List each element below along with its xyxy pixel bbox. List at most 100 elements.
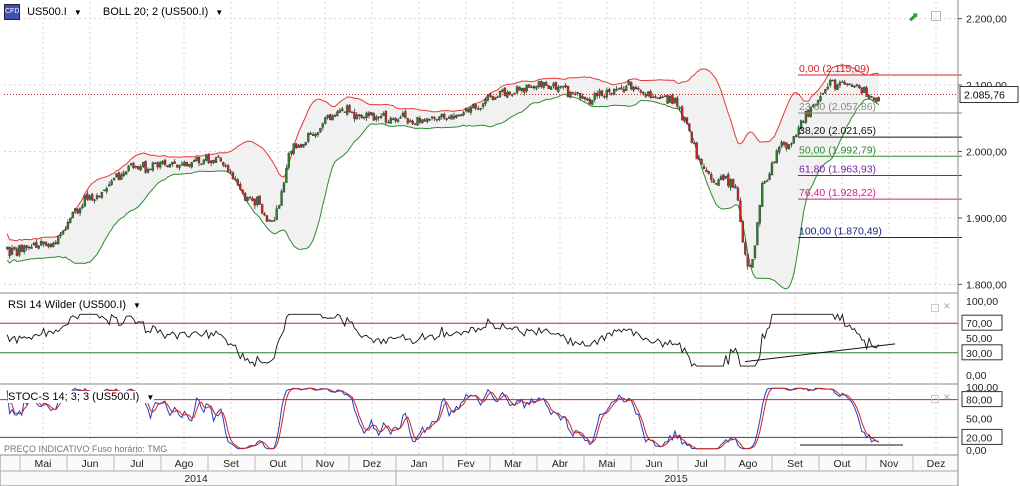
candlestick[interactable] — [739, 197, 742, 223]
candlestick[interactable] — [69, 217, 72, 224]
candlestick[interactable] — [328, 114, 332, 121]
candle-body — [15, 248, 19, 256]
symbol-label[interactable]: US500.I — [27, 6, 67, 18]
candlestick[interactable] — [775, 148, 778, 164]
candlestick[interactable] — [528, 84, 531, 88]
candlestick[interactable] — [460, 114, 463, 117]
candlestick[interactable] — [166, 165, 169, 168]
candlestick[interactable] — [753, 245, 757, 260]
candlestick[interactable] — [20, 244, 23, 253]
candlestick[interactable] — [863, 86, 866, 93]
candlestick[interactable] — [345, 104, 349, 116]
candlestick[interactable] — [680, 105, 684, 121]
candlestick[interactable] — [824, 89, 827, 94]
candlestick[interactable] — [307, 132, 310, 144]
chart-canvas[interactable]: 0,00 (2.115,09) 23,60 (2.057,86) 38,20 (2.… — [0, 0, 1020, 486]
candlestick[interactable] — [877, 96, 880, 102]
candlestick[interactable] — [83, 194, 87, 208]
candlestick[interactable] — [292, 143, 295, 156]
stoch-dropdown-icon[interactable]: ▼ — [146, 393, 154, 402]
symbol-dropdown-icon[interactable]: ▼ — [74, 8, 82, 17]
candlestick[interactable] — [690, 131, 693, 144]
candlestick[interactable] — [792, 135, 795, 144]
candlestick[interactable] — [554, 81, 558, 91]
candlestick[interactable] — [372, 112, 375, 121]
candlestick[interactable] — [467, 108, 470, 113]
candlestick[interactable] — [736, 185, 740, 201]
candlestick[interactable] — [265, 215, 269, 222]
candlestick[interactable] — [195, 156, 198, 162]
candlestick[interactable] — [836, 83, 839, 91]
rsi-close-icon[interactable]: ✕ — [943, 301, 951, 312]
candlestick[interactable] — [185, 161, 189, 167]
stoch-maximize-icon[interactable] — [931, 395, 939, 403]
candlestick[interactable] — [566, 85, 570, 98]
candlestick[interactable] — [324, 116, 327, 125]
candlestick[interactable] — [756, 222, 759, 246]
candlestick[interactable] — [260, 203, 264, 215]
candlestick[interactable] — [666, 94, 669, 104]
candlestick[interactable] — [57, 236, 60, 245]
candlestick[interactable] — [302, 143, 305, 148]
candlestick[interactable] — [450, 114, 453, 120]
candlestick[interactable] — [348, 104, 351, 113]
candlestick[interactable] — [243, 192, 247, 202]
candlestick[interactable] — [319, 127, 322, 133]
indicator-label[interactable]: BOLL 20; 2 (US500.I) — [103, 6, 208, 18]
candlestick[interactable] — [695, 141, 698, 160]
candlestick[interactable] — [549, 86, 553, 91]
candlestick[interactable] — [795, 134, 798, 138]
candlestick[interactable] — [71, 211, 74, 219]
candlestick[interactable] — [547, 84, 550, 89]
rsi-dropdown-icon[interactable]: ▼ — [133, 301, 141, 310]
candlestick[interactable] — [741, 220, 744, 244]
candlestick[interactable] — [671, 93, 674, 105]
candlestick[interactable] — [761, 181, 764, 207]
candlestick[interactable] — [688, 123, 691, 133]
candlestick[interactable] — [600, 89, 604, 97]
candlestick[interactable] — [280, 188, 283, 207]
candlestick[interactable] — [214, 156, 218, 163]
candlestick[interactable] — [61, 230, 65, 235]
candlestick[interactable] — [727, 172, 730, 188]
candlestick[interactable] — [282, 181, 286, 193]
candle-body — [321, 123, 324, 128]
candlestick[interactable] — [117, 171, 121, 181]
stoch-label[interactable]: STOC-S 14; 3; 3 (US500.I) — [8, 391, 139, 403]
candlestick[interactable] — [168, 163, 172, 168]
candlestick[interactable] — [503, 87, 507, 97]
candlestick[interactable] — [343, 111, 346, 113]
candle-body — [200, 163, 203, 166]
candlestick[interactable] — [758, 204, 761, 227]
candlestick[interactable] — [91, 192, 94, 202]
candlestick[interactable] — [673, 97, 677, 104]
candlestick[interactable] — [751, 259, 754, 268]
candlestick[interactable] — [144, 160, 147, 174]
candlestick[interactable] — [630, 81, 633, 91]
candlestick[interactable] — [287, 151, 290, 170]
candlestick[interactable] — [258, 195, 261, 205]
stoch-close-icon[interactable]: ✕ — [943, 392, 951, 403]
candlestick[interactable] — [787, 143, 791, 150]
candlestick[interactable] — [714, 182, 718, 185]
candlestick[interactable] — [491, 95, 494, 101]
candle-body — [858, 85, 861, 89]
rsi-maximize-icon[interactable] — [931, 304, 939, 312]
trend-icon[interactable]: ⬈ — [908, 9, 919, 25]
candlestick[interactable] — [518, 86, 521, 91]
candlestick[interactable] — [770, 161, 774, 176]
candlestick[interactable] — [685, 116, 689, 125]
candlestick[interactable] — [700, 158, 703, 165]
candlestick[interactable] — [591, 99, 594, 106]
candlestick[interactable] — [18, 244, 21, 257]
candlestick[interactable] — [731, 178, 735, 189]
panel-maximize-icon[interactable] — [931, 11, 941, 21]
candlestick[interactable] — [717, 178, 720, 186]
candlestick[interactable] — [151, 161, 155, 172]
candlestick[interactable] — [127, 165, 130, 172]
rsi-label[interactable]: RSI 14 Wilder (US500.I) — [8, 299, 126, 311]
candlestick[interactable] — [149, 168, 152, 171]
candlestick[interactable] — [416, 116, 419, 126]
indicator-dropdown-icon[interactable]: ▼ — [215, 8, 223, 17]
candlestick[interactable] — [384, 110, 388, 125]
